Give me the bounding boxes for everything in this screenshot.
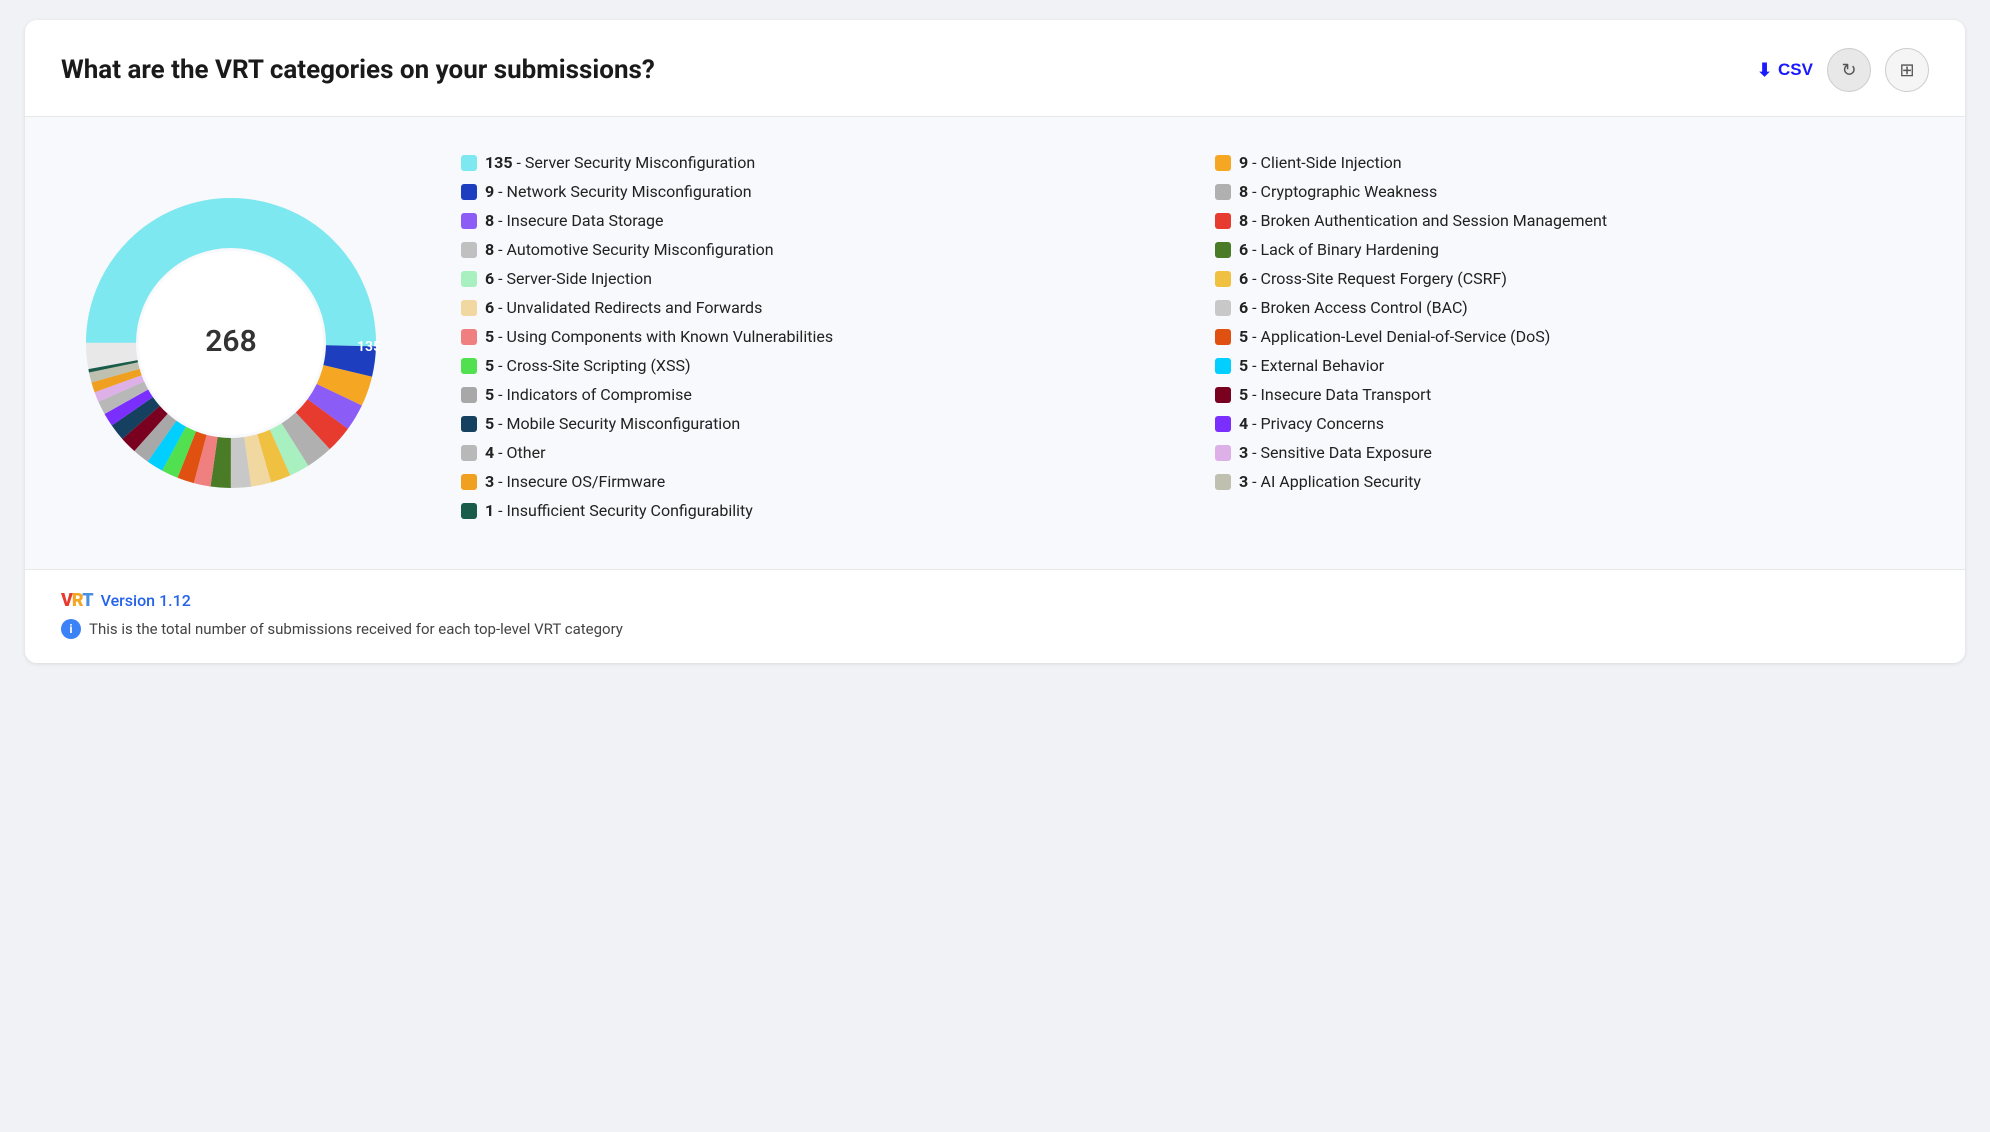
refresh-button[interactable]: ↻ (1827, 48, 1871, 92)
card-footer: VRT Version 1.12 i This is the total num… (25, 569, 1965, 663)
legend-item: 9 - Network Security Misconfiguration (461, 182, 1175, 201)
legend-swatch (1215, 213, 1231, 229)
footnote-text: This is the total number of submissions … (89, 620, 623, 638)
legend-item: 6 - Unvalidated Redirects and Forwards (461, 298, 1175, 317)
legend-item: 5 - Mobile Security Misconfiguration (461, 414, 1175, 433)
footnote: i This is the total number of submission… (61, 619, 1929, 639)
vrt-logo: VRT (61, 590, 93, 611)
legend-item: 6 - Lack of Binary Hardening (1215, 240, 1929, 259)
legend-item: 5 - Using Components with Known Vulnerab… (461, 327, 1175, 346)
main-card: What are the VRT categories on your subm… (25, 20, 1965, 663)
legend-swatch (1215, 242, 1231, 258)
info-icon: i (61, 619, 81, 639)
legend-item: 8 - Automotive Security Misconfiguration (461, 240, 1175, 259)
legend-text: 5 - Cross-Site Scripting (XSS) (485, 356, 691, 375)
legend-swatch (1215, 155, 1231, 171)
table-icon: ⊞ (1899, 60, 1914, 81)
donut-chart-svg: 268 135 (61, 173, 401, 513)
legend-item: 6 - Broken Access Control (BAC) (1215, 298, 1929, 317)
download-icon: ⬇ (1757, 60, 1772, 81)
legend-swatch (1215, 329, 1231, 345)
legend-text: 3 - Sensitive Data Exposure (1239, 443, 1432, 462)
page-title: What are the VRT categories on your subm… (61, 55, 655, 85)
legend-swatch (1215, 387, 1231, 403)
legend-text: 3 - AI Application Security (1239, 472, 1421, 491)
legend-item: 5 - External Behavior (1215, 356, 1929, 375)
legend-item: 135 - Server Security Misconfiguration (461, 153, 1175, 172)
legend-text: 8 - Cryptographic Weakness (1239, 182, 1437, 201)
legend-item: 6 - Server-Side Injection (461, 269, 1175, 288)
legend-text: 5 - Application-Level Denial-of-Service … (1239, 327, 1550, 346)
legend-swatch (1215, 271, 1231, 287)
legend-text: 6 - Broken Access Control (BAC) (1239, 298, 1468, 317)
legend-text: 8 - Automotive Security Misconfiguration (485, 240, 774, 259)
legend-text: 4 - Other (485, 443, 546, 462)
legend-item: 5 - Cross-Site Scripting (XSS) (461, 356, 1175, 375)
legend-swatch (461, 242, 477, 258)
legend-text: 5 - Indicators of Compromise (485, 385, 692, 404)
legend-item: 1 - Insufficient Security Configurabilit… (461, 501, 1175, 520)
legend-text: 6 - Cross-Site Request Forgery (CSRF) (1239, 269, 1507, 288)
legend-item: 4 - Privacy Concerns (1215, 414, 1929, 433)
vrt-brand: VRT Version 1.12 (61, 590, 1929, 611)
legend-swatch (461, 503, 477, 519)
legend-item: 8 - Broken Authentication and Session Ma… (1215, 211, 1929, 230)
legend-text: 9 - Network Security Misconfiguration (485, 182, 752, 201)
legend-text: 5 - Using Components with Known Vulnerab… (485, 327, 833, 346)
legend-swatch (1215, 184, 1231, 200)
legend-swatch (461, 445, 477, 461)
legend-text: 5 - Insecure Data Transport (1239, 385, 1431, 404)
legend-text: 1 - Insufficient Security Configurabilit… (485, 501, 753, 520)
legend-swatch (1215, 358, 1231, 374)
legend-item: 3 - AI Application Security (1215, 472, 1929, 491)
legend-text: 6 - Unvalidated Redirects and Forwards (485, 298, 762, 317)
legend-swatch (461, 358, 477, 374)
legend-text: 5 - Mobile Security Misconfiguration (485, 414, 740, 433)
legend-swatch (1215, 445, 1231, 461)
legend-swatch (461, 329, 477, 345)
card-body: 268 135 135 - Server Security Misconfigu… (25, 117, 1965, 569)
legend-item: 3 - Sensitive Data Exposure (1215, 443, 1929, 462)
legend-item: 8 - Cryptographic Weakness (1215, 182, 1929, 201)
donut-segment-label: 135 (357, 339, 381, 355)
legend-swatch (1215, 416, 1231, 432)
legend-swatch (461, 155, 477, 171)
legend-item: 5 - Insecure Data Transport (1215, 385, 1929, 404)
legend-swatch (461, 474, 477, 490)
legend-text: 3 - Insecure OS/Firmware (485, 472, 665, 491)
legend-text: 8 - Broken Authentication and Session Ma… (1239, 211, 1607, 230)
legend-text: 135 - Server Security Misconfiguration (485, 153, 755, 172)
legend-text: 8 - Insecure Data Storage (485, 211, 664, 230)
refresh-icon: ↻ (1841, 60, 1856, 81)
legend-item: 6 - Cross-Site Request Forgery (CSRF) (1215, 269, 1929, 288)
legend-item: 5 - Indicators of Compromise (461, 385, 1175, 404)
donut-total: 268 (205, 324, 256, 359)
legend-text: 9 - Client-Side Injection (1239, 153, 1402, 172)
legend-swatch (461, 300, 477, 316)
csv-button[interactable]: ⬇ CSV (1757, 60, 1813, 81)
legend-swatch (1215, 300, 1231, 316)
header-actions: ⬇ CSV ↻ ⊞ (1757, 48, 1929, 92)
legend-swatch (1215, 474, 1231, 490)
table-button[interactable]: ⊞ (1885, 48, 1929, 92)
legend-item: 9 - Client-Side Injection (1215, 153, 1929, 172)
legend-text: 6 - Lack of Binary Hardening (1239, 240, 1439, 259)
legend-item: 3 - Insecure OS/Firmware (461, 472, 1175, 491)
legend-swatch (461, 213, 477, 229)
legend-item: 8 - Insecure Data Storage (461, 211, 1175, 230)
legend: 135 - Server Security Misconfiguration 9… (461, 153, 1929, 520)
card-header: What are the VRT categories on your subm… (25, 20, 1965, 117)
legend-text: 5 - External Behavior (1239, 356, 1384, 375)
version-label: Version 1.12 (101, 591, 191, 610)
legend-item: 4 - Other (461, 443, 1175, 462)
legend-swatch (461, 184, 477, 200)
legend-swatch (461, 271, 477, 287)
legend-item: 5 - Application-Level Denial-of-Service … (1215, 327, 1929, 346)
donut-chart-container: 268 135 (61, 153, 401, 533)
legend-swatch (461, 387, 477, 403)
legend-text: 4 - Privacy Concerns (1239, 414, 1384, 433)
legend-text: 6 - Server-Side Injection (485, 269, 652, 288)
legend-swatch (461, 416, 477, 432)
